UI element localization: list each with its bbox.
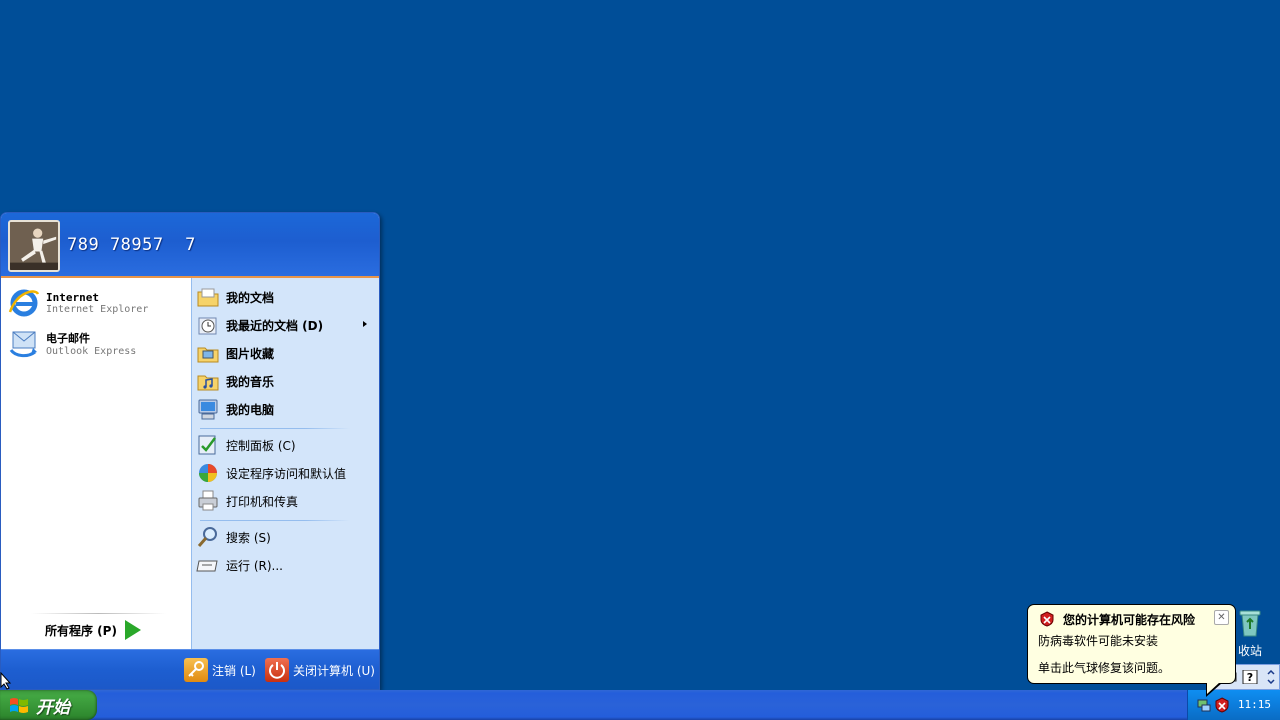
my-computer-icon bbox=[196, 397, 220, 421]
user-name: 789 78957 7 bbox=[67, 235, 196, 255]
balloon-action-text: 单击此气球修复该问题。 bbox=[1038, 661, 1171, 675]
green-arrow-icon bbox=[124, 620, 141, 640]
menu-separator bbox=[200, 520, 350, 521]
my-documents-icon bbox=[196, 285, 220, 309]
outlook-express-icon bbox=[7, 326, 41, 360]
start-menu-header: 789 78957 7 bbox=[1, 213, 379, 278]
program-defaults-icon bbox=[196, 461, 220, 485]
pinned-item-email[interactable]: 电子邮件 Outlook Express bbox=[7, 324, 187, 362]
menu-item-label: 我最近的文档 (D) bbox=[226, 318, 324, 333]
menu-item-label: 运行 (R)... bbox=[226, 558, 283, 573]
run-icon bbox=[196, 553, 220, 577]
menu-item-program-defaults[interactable]: 设定程序访问和默认值 bbox=[196, 459, 346, 487]
balloon-tail-fill bbox=[1207, 682, 1220, 694]
all-programs-label: 所有程序 (P) bbox=[45, 623, 117, 638]
help-icon[interactable]: ? bbox=[1242, 670, 1258, 684]
menu-item-my-music[interactable]: 我的音乐 bbox=[196, 367, 274, 395]
pinned-item-title: Internet bbox=[46, 291, 99, 304]
pinned-item-internet[interactable]: Internet Internet Explorer bbox=[7, 284, 187, 322]
pinned-item-subtitle: Internet Explorer bbox=[46, 304, 149, 315]
taskbar: 开始 11:15 bbox=[0, 690, 1280, 720]
menu-item-label: 控制面板 (C) bbox=[226, 438, 296, 453]
all-programs-separator bbox=[31, 613, 166, 614]
menu-item-label: 我的文档 bbox=[226, 290, 275, 305]
balloon-message: 防病毒软件可能未安装 bbox=[1038, 634, 1159, 648]
windows-flag-icon bbox=[10, 698, 28, 713]
start-menu-footer: 注销 (L) 关闭计算机 (U) bbox=[1, 649, 379, 689]
recent-documents-icon bbox=[196, 313, 220, 337]
user-avatar[interactable] bbox=[8, 220, 60, 272]
system-tray: 11:15 bbox=[1187, 690, 1280, 720]
menu-item-run[interactable]: 运行 (R)... bbox=[196, 551, 283, 579]
shutdown-button[interactable]: 关闭计算机 (U) bbox=[265, 658, 375, 682]
submenu-arrow-icon bbox=[363, 321, 367, 327]
start-menu: 789 78957 7 Internet Internet Explorer 电… bbox=[0, 212, 380, 690]
menu-item-recent-documents[interactable]: 我最近的文档 (D) bbox=[196, 311, 323, 339]
menu-item-label: 打印机和传真 bbox=[226, 494, 299, 509]
balloon-title: 您的计算机可能存在风险 bbox=[1063, 613, 1196, 627]
security-alert-icon[interactable] bbox=[1214, 697, 1230, 713]
recycle-bin-icon bbox=[1234, 606, 1266, 638]
shutdown-label: 关闭计算机 (U) bbox=[293, 663, 375, 678]
pinned-programs-panel: Internet Internet Explorer 电子邮件 Outlook … bbox=[1, 278, 191, 649]
menu-item-search[interactable]: 搜索 (S) bbox=[196, 523, 271, 551]
pinned-item-subtitle: Outlook Express bbox=[46, 345, 137, 357]
menu-item-my-pictures[interactable]: 图片收藏 bbox=[196, 339, 274, 367]
start-label: 开始 bbox=[36, 697, 70, 718]
menu-item-control-panel[interactable]: 控制面板 (C) bbox=[196, 431, 296, 459]
logoff-button[interactable]: 注销 (L) bbox=[184, 658, 256, 682]
svg-text:?: ? bbox=[1247, 671, 1253, 684]
menu-item-my-computer[interactable]: 我的电脑 bbox=[196, 395, 274, 423]
key-icon bbox=[184, 658, 208, 682]
all-programs-button[interactable]: 所有程序 (P) bbox=[45, 620, 141, 640]
shield-alert-icon bbox=[1040, 611, 1054, 627]
menu-separator bbox=[200, 428, 350, 429]
mouse-cursor-icon bbox=[0, 672, 12, 690]
menu-item-label: 我的音乐 bbox=[226, 374, 275, 389]
my-pictures-icon bbox=[196, 341, 220, 365]
search-icon bbox=[196, 525, 220, 549]
close-icon[interactable]: ✕ bbox=[1214, 610, 1229, 625]
menu-item-printers[interactable]: 打印机和传真 bbox=[196, 487, 298, 515]
logoff-label: 注销 (L) bbox=[212, 663, 256, 678]
my-music-icon bbox=[196, 369, 220, 393]
pinned-item-title: 电子邮件 bbox=[46, 331, 90, 345]
language-bar-options-icon[interactable] bbox=[1263, 670, 1279, 684]
clock[interactable]: 11:15 bbox=[1238, 698, 1271, 711]
menu-item-label: 设定程序访问和默认值 bbox=[226, 466, 347, 481]
menu-item-label: 图片收藏 bbox=[226, 346, 275, 361]
control-panel-icon bbox=[196, 433, 220, 457]
printer-icon bbox=[196, 489, 220, 513]
menu-item-my-documents[interactable]: 我的文档 bbox=[196, 283, 274, 311]
security-balloon[interactable]: 您的计算机可能存在风险 ✕ 防病毒软件可能未安装 单击此气球修复该问题。 bbox=[1027, 604, 1236, 684]
start-button[interactable]: 开始 bbox=[0, 690, 97, 720]
power-icon bbox=[265, 658, 289, 682]
menu-item-label: 搜索 (S) bbox=[226, 530, 271, 545]
menu-item-label: 我的电脑 bbox=[226, 402, 275, 417]
network-icon[interactable] bbox=[1196, 697, 1212, 713]
internet-explorer-icon bbox=[7, 286, 41, 320]
